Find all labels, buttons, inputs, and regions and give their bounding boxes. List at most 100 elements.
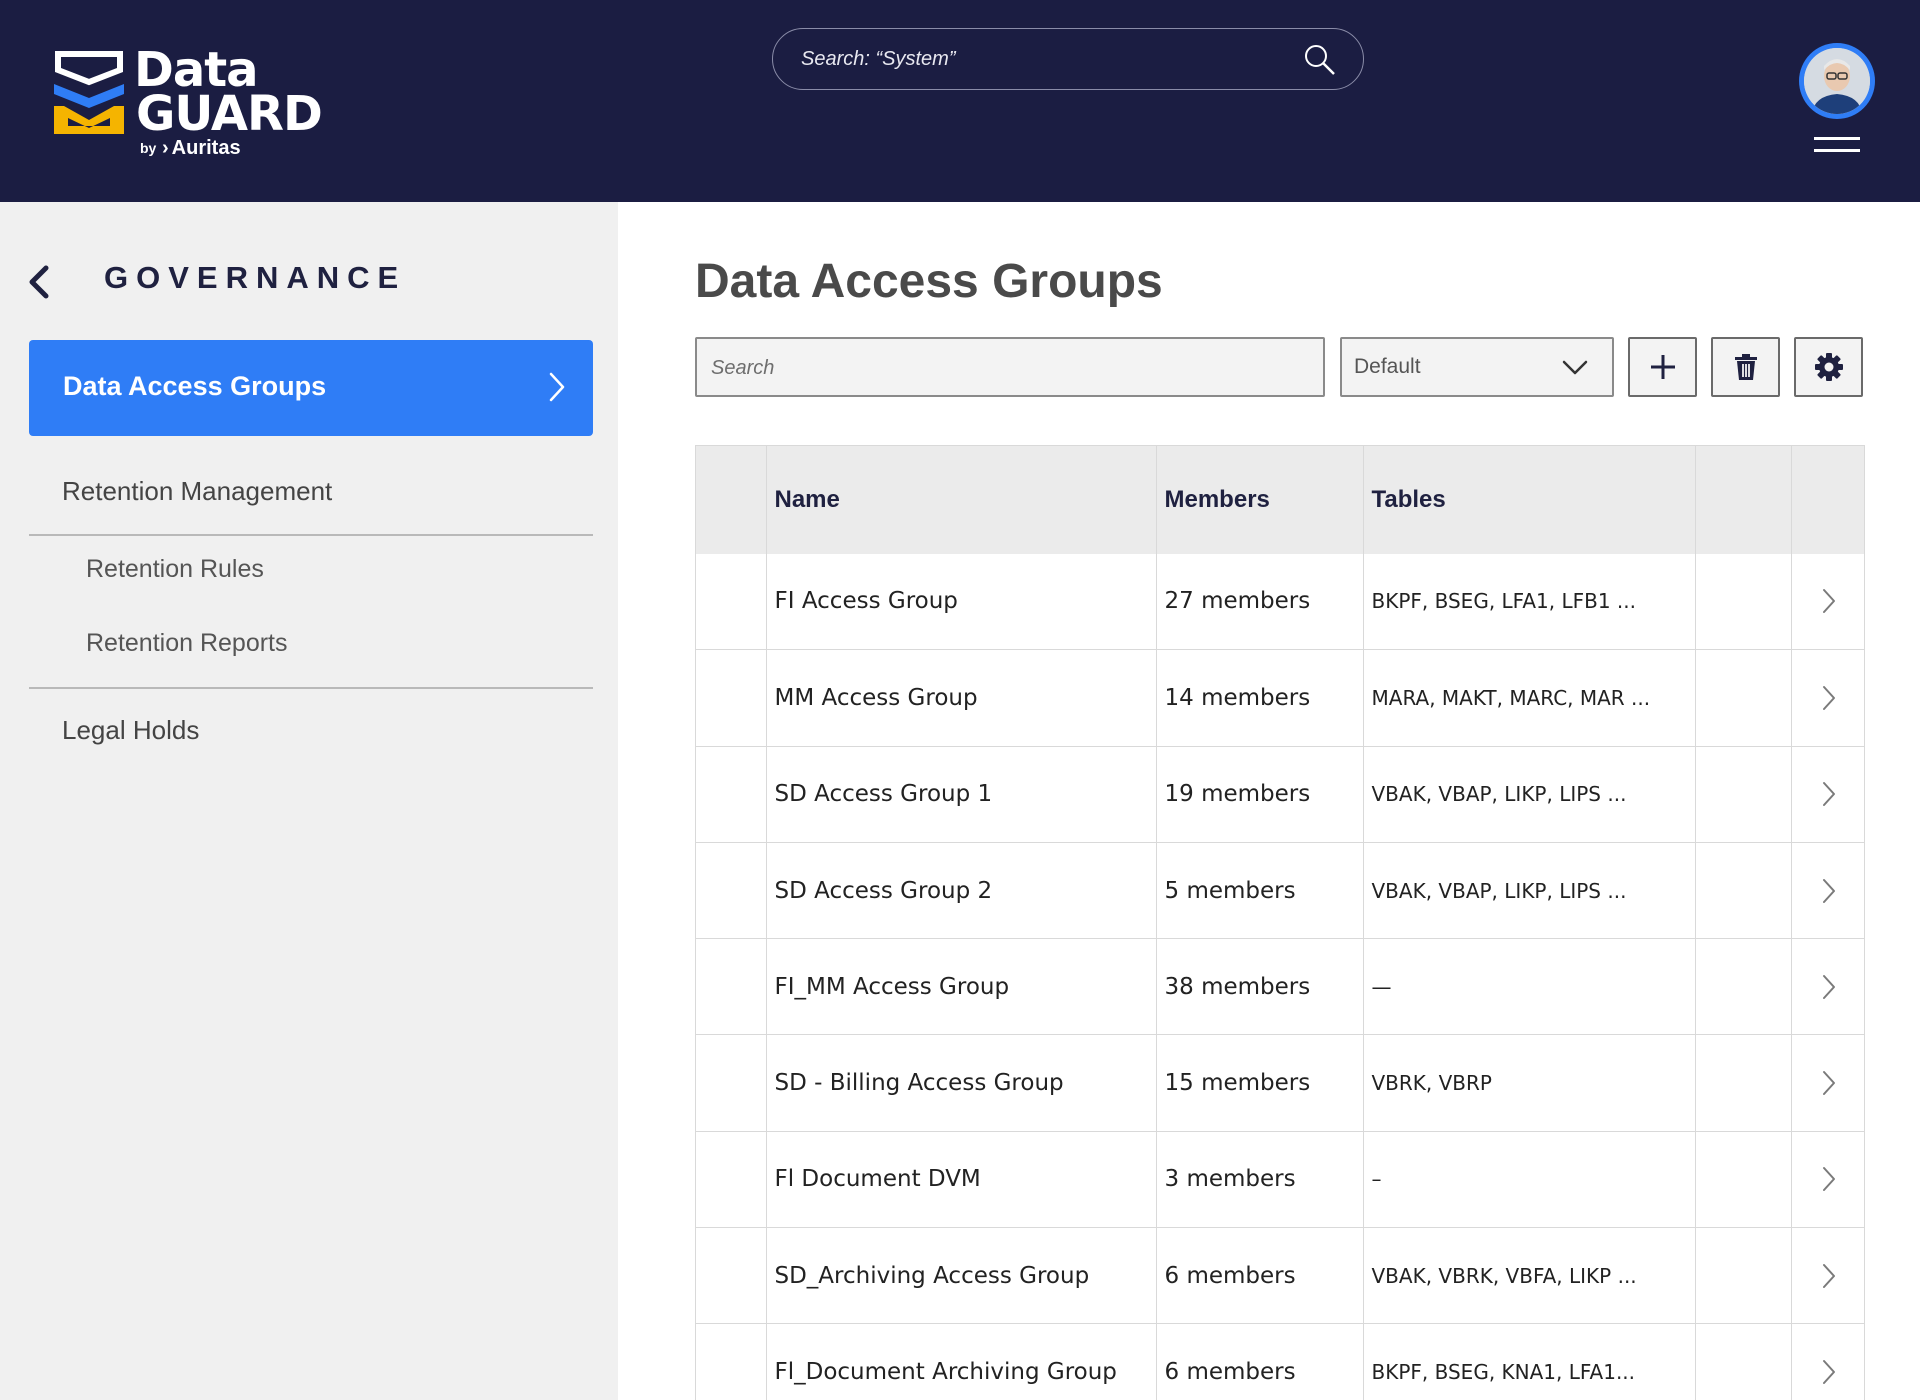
group-name-cell[interactable]: SD_Archiving Access Group <box>766 1227 1157 1325</box>
row-select-cell[interactable] <box>696 842 767 940</box>
search-icon[interactable] <box>1303 43 1337 77</box>
tables-cell: VBAK, VBAP, LIKP, LIPS ... <box>1363 842 1696 940</box>
user-avatar[interactable] <box>1799 43 1875 119</box>
members-cell: 38 members <box>1156 938 1364 1036</box>
row-open-cell[interactable] <box>1791 938 1864 1036</box>
group-name-cell[interactable]: SD - Billing Access Group <box>766 1034 1157 1132</box>
column-header-action <box>1791 445 1864 554</box>
row-open-cell[interactable] <box>1791 842 1864 940</box>
row-open-cell[interactable] <box>1791 649 1864 747</box>
data-access-groups-table: Name Members Tables FI Access Group 27 me… <box>695 445 1865 1400</box>
table-row[interactable]: FI Access Group 27 members BKPF, BSEG, LFA… <box>696 553 1864 651</box>
row-select-cell[interactable] <box>696 746 767 843</box>
table-row[interactable]: SD_Archiving Access Group 6 members VBAK, … <box>696 1227 1864 1325</box>
row-open-cell[interactable] <box>1791 746 1864 843</box>
members-cell: 14 members <box>1156 649 1364 747</box>
tables-cell: VBRK, VBRP <box>1363 1034 1696 1132</box>
column-header-tables[interactable]: Tables <box>1363 445 1696 554</box>
column-header-select <box>696 445 767 554</box>
chevron-right-icon[interactable] <box>1821 877 1837 905</box>
empty-cell <box>1695 1227 1792 1325</box>
chevron-right-icon[interactable] <box>1821 1165 1837 1193</box>
dataguard-logo[interactable]: Data GUARD by › Auritas <box>50 44 330 164</box>
chevron-right-icon[interactable] <box>1821 1262 1837 1290</box>
sidebar-section-title: GOVERNANCE <box>104 260 407 295</box>
sidebar-divider <box>29 687 593 689</box>
empty-cell <box>1695 842 1792 940</box>
table-row[interactable]: SD - Billing Access Group 15 members VBRK,… <box>696 1034 1864 1132</box>
row-select-cell[interactable] <box>696 1131 767 1229</box>
empty-cell <box>1695 1034 1792 1132</box>
logo-brand: › Auritas <box>162 137 241 160</box>
chevron-right-icon[interactable] <box>1821 1069 1837 1097</box>
group-name-cell[interactable]: SD Access Group 1 <box>766 746 1157 843</box>
logo-text-guard: GUARD <box>136 86 323 142</box>
auritas-mark-icon: › <box>162 137 169 159</box>
table-row[interactable]: SD Access Group 25 members VBAK, VBAP, LI… <box>696 842 1864 940</box>
delete-button[interactable] <box>1711 337 1780 397</box>
row-open-cell[interactable] <box>1791 553 1864 651</box>
row-select-cell[interactable] <box>696 1323 767 1400</box>
row-open-cell[interactable] <box>1791 1034 1864 1132</box>
tables-cell: VBAK, VBRK, VBFA, LIKP ... <box>1363 1227 1696 1325</box>
table-row[interactable]: FI_MM Access Group 38 members — <box>696 938 1864 1036</box>
add-button[interactable] <box>1628 337 1697 397</box>
members-cell: 3 members <box>1156 1131 1364 1229</box>
group-name-cell[interactable]: FI Access Group <box>766 553 1157 651</box>
empty-cell <box>1695 746 1792 843</box>
global-search-input[interactable] <box>801 43 1281 75</box>
group-name-cell[interactable]: MM Access Group <box>766 649 1157 747</box>
table-row[interactable]: Fl_Document Archiving Group 6 members BKPF… <box>696 1323 1864 1400</box>
group-name-cell[interactable]: FI_MM Access Group <box>766 938 1157 1036</box>
gear-icon <box>1814 353 1843 381</box>
row-select-cell[interactable] <box>696 938 767 1036</box>
global-search[interactable] <box>772 28 1364 90</box>
empty-cell <box>1695 553 1792 651</box>
table-row[interactable]: SD Access Group 1 19 members VBAK, VBAP, L… <box>696 746 1864 843</box>
view-select[interactable]: Default <box>1340 337 1614 397</box>
row-open-cell[interactable] <box>1791 1131 1864 1229</box>
group-name-cell[interactable]: Fl_Document Archiving Group <box>766 1323 1157 1400</box>
chevron-right-icon[interactable] <box>1821 684 1837 712</box>
logo-brand-text: Auritas <box>171 137 241 159</box>
chevron-right-icon[interactable] <box>1821 780 1837 808</box>
table-search-input[interactable] <box>711 353 1301 383</box>
row-select-cell[interactable] <box>696 553 767 651</box>
row-select-cell[interactable] <box>696 1034 767 1132</box>
chevron-right-icon[interactable] <box>1821 587 1837 615</box>
sidebar-item-retention-management[interactable]: Retention Management <box>62 476 332 507</box>
group-name-cell[interactable]: Fl Document DVM <box>766 1131 1157 1229</box>
sidebar-item-retention-rules[interactable]: Retention Rules <box>86 555 264 584</box>
column-header-name[interactable]: Name <box>766 445 1157 554</box>
empty-cell <box>1695 1323 1792 1400</box>
tables-cell: MARA, MAKT, MARC, MAR ... <box>1363 649 1696 747</box>
hamburger-menu-icon[interactable] <box>1814 137 1860 155</box>
row-select-cell[interactable] <box>696 649 767 747</box>
chevron-right-icon[interactable] <box>1821 973 1837 1001</box>
sidebar-divider <box>29 534 593 536</box>
sidebar-item-retention-reports[interactable]: Retention Reports <box>86 629 288 658</box>
table-search[interactable] <box>695 337 1325 397</box>
sidebar-item-label: Data Access Groups <box>63 371 327 401</box>
row-open-cell[interactable] <box>1791 1227 1864 1325</box>
sidebar-item-legal-holds[interactable]: Legal Holds <box>62 715 199 746</box>
chevron-left-icon[interactable] <box>24 262 54 302</box>
tables-cell: – <box>1363 1131 1696 1229</box>
sidebar-item-data-access-groups[interactable]: Data Access Groups <box>29 340 593 436</box>
plus-icon <box>1650 355 1675 379</box>
row-select-cell[interactable] <box>696 1227 767 1325</box>
row-open-cell[interactable] <box>1791 1323 1864 1400</box>
group-name-cell[interactable]: SD Access Group 2 <box>766 842 1157 940</box>
tables-cell: BKPF, BSEG, LFA1, LFB1 ... <box>1363 553 1696 651</box>
view-select-value: Default <box>1354 355 1421 378</box>
empty-cell <box>1695 1131 1792 1229</box>
table-row[interactable]: Fl Document DVM 3 members – <box>696 1131 1864 1229</box>
settings-button[interactable] <box>1794 337 1863 397</box>
chevron-right-icon[interactable] <box>1821 1358 1837 1386</box>
app-header: Data GUARD by › Auritas <box>0 0 1920 202</box>
table-row[interactable]: MM Access Group 14 members MARA, MAKT, MAR… <box>696 649 1864 747</box>
members-cell: 15 members <box>1156 1034 1364 1132</box>
chevron-right-icon <box>549 372 565 402</box>
chevron-down-icon <box>1562 360 1588 375</box>
column-header-members[interactable]: Members <box>1156 445 1364 554</box>
